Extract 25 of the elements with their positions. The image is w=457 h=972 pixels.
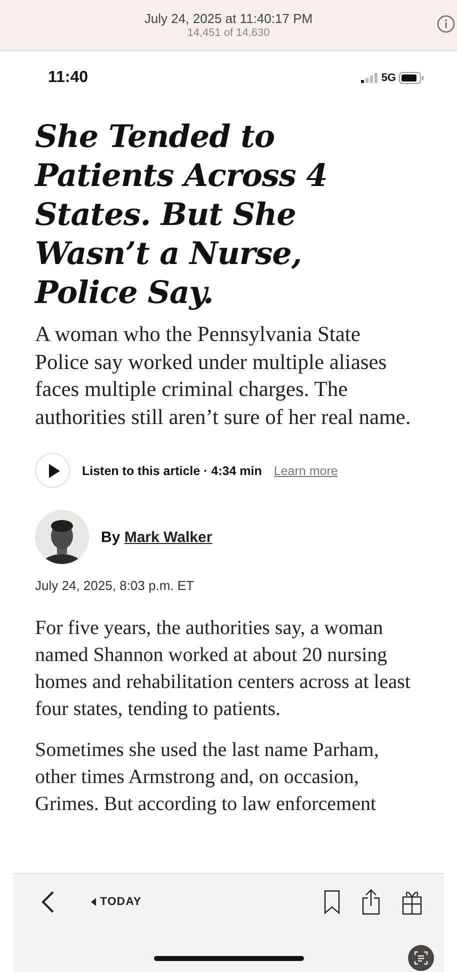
network-label: 5G <box>381 72 396 84</box>
clock: 11:40 <box>48 69 88 87</box>
gift-icon[interactable] <box>402 889 422 915</box>
learn-more-link[interactable]: Learn more <box>274 464 338 478</box>
info-icon[interactable] <box>437 15 455 33</box>
play-icon <box>48 464 60 478</box>
byline: By Mark Walker <box>101 528 212 546</box>
headline: She Tended to Patients Across 4 States. But She Wasn’t a Nurse, Police Say. <box>35 118 328 313</box>
signal-icon <box>361 73 378 83</box>
body-paragraph: For five years, the authorities say, a woman named Shannon worked at about 20 nursing homes and rehabilitation centers across at least four states, tending to patients. <box>35 616 412 722</box>
text-scan-button[interactable] <box>408 945 434 971</box>
bookmark-icon[interactable] <box>324 890 340 914</box>
caret-icon <box>91 898 96 906</box>
today-link[interactable]: TODAY <box>91 896 142 908</box>
body-paragraph: Sometimes she used the last name Parham, other times Armstrong and, on occasion, Grimes. But according to law enforcement <box>35 738 380 817</box>
battery-icon <box>399 72 424 84</box>
summary: A woman who the Pennsylvania State Police say worked under multiple aliases faces multiple criminal charges. The authorities still aren’t sure of her real name. <box>35 321 412 430</box>
author-link[interactable]: Mark Walker <box>124 528 212 546</box>
back-icon[interactable] <box>41 890 55 914</box>
share-icon[interactable] <box>362 889 380 915</box>
play-button[interactable] <box>35 453 70 488</box>
photo-counter: 14,451 of 14,630 <box>187 27 270 39</box>
timestamp: July 24, 2025 at 11:40:17 PM <box>144 11 313 26</box>
dateline: July 24, 2025, 8:03 p.m. ET <box>35 578 195 593</box>
listen-label: Listen to this article · 4:34 min <box>82 464 262 478</box>
